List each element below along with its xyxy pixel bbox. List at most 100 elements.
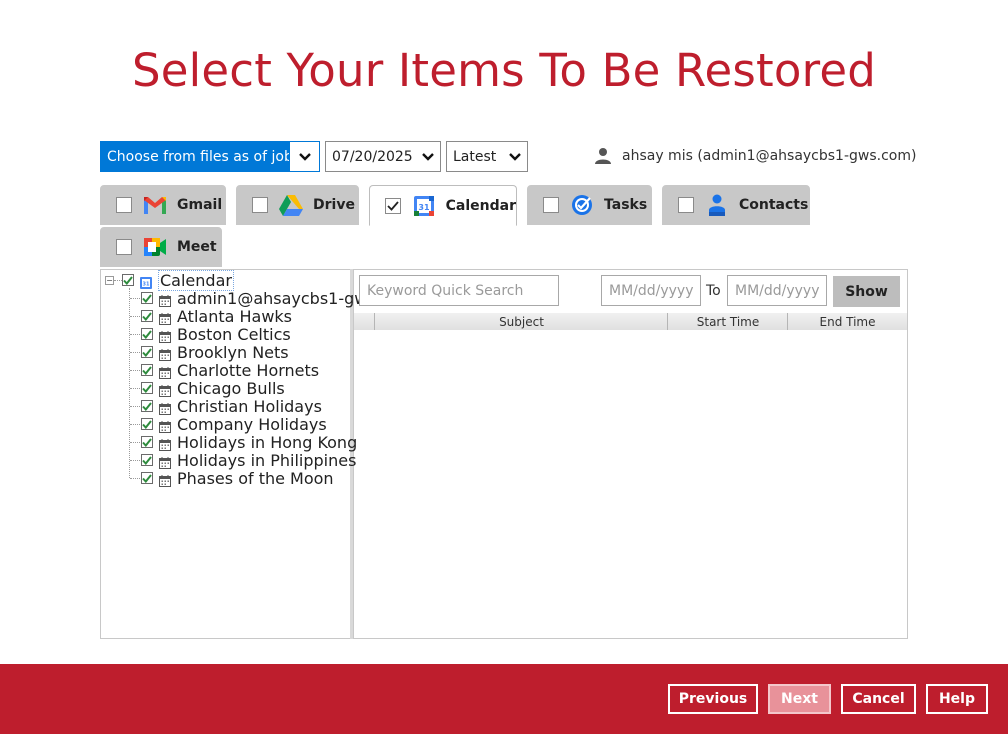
tree-node-item[interactable]: Boston Celtics — [141, 324, 291, 344]
next-button[interactable]: Next — [768, 684, 831, 714]
tree-checkbox[interactable] — [141, 436, 153, 448]
tree-connector — [130, 316, 140, 317]
tree-checkbox[interactable] — [141, 328, 153, 340]
user-icon — [594, 147, 612, 165]
tree-node-item[interactable]: Holidays in Philippines — [141, 450, 357, 470]
to-label: To — [706, 283, 721, 299]
tab-contacts-checkbox[interactable] — [678, 197, 694, 213]
user-label: ahsay mis (admin1@ahsaycbs1-gws.com) — [622, 148, 917, 164]
column-start-time[interactable]: Start Time — [668, 313, 788, 330]
tree-connector — [130, 442, 140, 443]
tree-node-item[interactable]: Company Holidays — [141, 414, 327, 434]
drive-icon — [279, 193, 303, 217]
tree-connector — [130, 334, 140, 335]
cancel-button[interactable]: Cancel — [841, 684, 916, 714]
tab-calendar[interactable]: 31 Calendar — [369, 185, 517, 226]
to-date-input[interactable]: MM/dd/yyyy — [727, 275, 827, 306]
tab-contacts[interactable]: Contacts — [662, 185, 810, 225]
calendar-icon: 31 — [412, 194, 436, 218]
tab-gmail-checkbox[interactable] — [116, 197, 132, 213]
calendar-icon: 31 — [140, 274, 152, 289]
from-date-input[interactable]: MM/dd/yyyy — [601, 275, 701, 306]
gmail-icon — [143, 193, 167, 217]
calendar-icon — [159, 292, 171, 307]
tree-checkbox[interactable] — [141, 364, 153, 376]
job-select[interactable]: Choose from files as of job — [100, 141, 320, 172]
calendar-icon — [159, 346, 171, 361]
contacts-icon — [705, 193, 729, 217]
tree-checkbox[interactable] — [141, 400, 153, 412]
tree-connector — [114, 279, 122, 281]
tree-node-item[interactable]: Charlotte Hornets — [141, 360, 320, 380]
page-title: Select Your Items To Be Restored — [132, 44, 876, 97]
current-user: ahsay mis (admin1@ahsaycbs1-gws.com) — [594, 147, 916, 165]
tab-tasks-label: Tasks — [604, 197, 648, 213]
tree-connector — [130, 370, 140, 371]
column-end-time[interactable]: End Time — [788, 313, 907, 330]
tree-checkbox[interactable] — [141, 454, 153, 466]
tree-label-root: Calendar — [158, 269, 234, 291]
tab-drive-label: Drive — [313, 197, 355, 213]
calendar-icon — [159, 382, 171, 397]
job-select-value: Choose from files as of job — [101, 142, 289, 171]
column-subject[interactable]: Subject — [375, 313, 668, 330]
date-select[interactable]: 07/20/2025 — [325, 141, 441, 172]
tree-label: Charlotte Hornets — [177, 360, 320, 380]
tree-label: Holidays in Philippines — [177, 450, 357, 470]
tree-checkbox-root[interactable] — [122, 274, 134, 286]
tree-node-item[interactable]: Chicago Bulls — [141, 378, 285, 398]
tree-checkbox[interactable] — [141, 382, 153, 394]
help-button[interactable]: Help — [926, 684, 988, 714]
tab-tasks-checkbox[interactable] — [543, 197, 559, 213]
tab-meet-checkbox[interactable] — [116, 239, 132, 255]
calendar-icon — [159, 472, 171, 487]
tree-connector — [130, 298, 140, 299]
tab-tasks[interactable]: Tasks — [527, 185, 652, 225]
tree-checkbox[interactable] — [141, 310, 153, 322]
tab-calendar-label: Calendar — [445, 197, 516, 214]
previous-button[interactable]: Previous — [668, 684, 758, 714]
table-header: Subject Start Time End Time — [354, 313, 907, 330]
tree-label: Boston Celtics — [177, 324, 291, 344]
tree-label: Chicago Bulls — [177, 378, 285, 398]
tree-connector — [130, 424, 140, 425]
tree-label: Holidays in Hong Kong — [177, 432, 358, 452]
tasks-icon — [570, 193, 594, 217]
tree-label: Brooklyn Nets — [177, 342, 289, 362]
tree-connector — [130, 460, 140, 461]
date-select-value: 07/20/2025 — [332, 148, 413, 165]
tree-node-item[interactable]: Atlanta Hawks — [141, 307, 292, 326]
tree-connector — [130, 388, 140, 389]
tree-node-item[interactable]: Phases of the Moon — [141, 468, 334, 488]
tab-contacts-label: Contacts — [739, 197, 809, 213]
tree-checkbox[interactable] — [141, 472, 153, 484]
chevron-down-icon — [416, 142, 440, 171]
version-select[interactable]: Latest — [446, 141, 528, 172]
tree-node-root[interactable]: − 31 Calendar — [105, 269, 234, 291]
show-button[interactable]: Show — [833, 276, 900, 307]
tree-checkbox[interactable] — [141, 292, 153, 304]
tab-gmail[interactable]: Gmail — [100, 185, 226, 225]
svg-text:31: 31 — [418, 203, 430, 212]
tab-drive[interactable]: Drive — [236, 185, 359, 225]
tree-node-item[interactable]: Brooklyn Nets — [141, 342, 289, 362]
tab-meet[interactable]: Meet — [100, 227, 222, 267]
tree-node-item[interactable]: Christian Holidays — [141, 396, 322, 416]
calendar-icon — [159, 364, 171, 379]
svg-text:31: 31 — [143, 282, 150, 288]
tab-calendar-checkbox[interactable] — [385, 197, 401, 214]
tree-checkbox[interactable] — [141, 418, 153, 430]
tree-label: Christian Holidays — [177, 396, 322, 416]
tree-connector — [130, 478, 140, 479]
chevron-down-icon — [289, 142, 319, 171]
keyword-search-input[interactable]: Keyword Quick Search — [359, 275, 559, 306]
tree-node-item[interactable]: Holidays in Hong Kong — [141, 432, 358, 452]
tree-label: Company Holidays — [177, 414, 327, 434]
tree-expander[interactable]: − — [105, 275, 114, 285]
calendar-icon — [159, 328, 171, 343]
tree-checkbox[interactable] — [141, 346, 153, 358]
tree-connector — [130, 352, 140, 353]
tree-connector — [130, 406, 140, 407]
tree-label: Phases of the Moon — [177, 468, 334, 488]
tab-drive-checkbox[interactable] — [252, 197, 268, 213]
